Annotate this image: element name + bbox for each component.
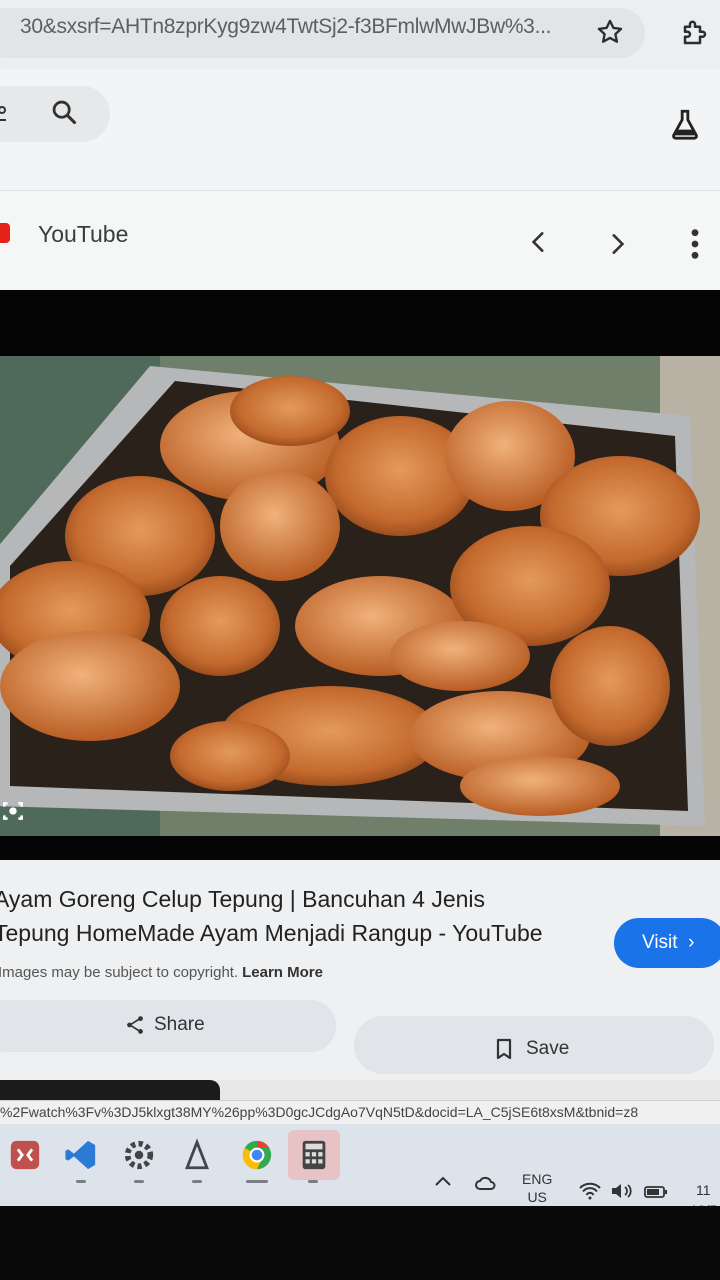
address-bar-row: 30&sxsrf=AHTn8zprKyg9zw4TwtSj2-f3BFmlwMw… <box>0 0 720 70</box>
language-code: ENG <box>522 1171 553 1187</box>
calculator-icon[interactable] <box>297 1138 331 1172</box>
learn-more-link[interactable]: Learn More <box>242 964 323 981</box>
clock-time: 11 <box>696 1182 711 1198</box>
copyright-text: Images may be subject to copyright. <box>0 964 239 981</box>
region-code: US <box>527 1189 547 1205</box>
volume-icon[interactable] <box>610 1182 634 1200</box>
settings-icon[interactable] <box>122 1138 156 1172</box>
extension-icon[interactable] <box>680 18 710 48</box>
address-text[interactable]: 30&sxsrf=AHTn8zprKyg9zw4TwtSj2-f3BFmlwMw… <box>20 15 575 39</box>
running-indicator <box>246 1180 268 1183</box>
source-header: YouTube <box>0 190 720 290</box>
youtube-logo-icon <box>0 223 10 243</box>
search-row <box>0 70 720 190</box>
result-title-line2: Tepung HomeMade Ayam Menjadi Rangup - Yo… <box>0 920 543 946</box>
chrome-icon[interactable] <box>240 1138 274 1172</box>
save-label: Save <box>526 1038 570 1059</box>
bookmark-icon <box>496 1038 512 1060</box>
result-title-line1: Ayam Goreng Celup Tepung | Bancuhan 4 Je… <box>0 886 486 912</box>
lens-icon[interactable] <box>0 104 12 126</box>
vscode-icon[interactable] <box>64 1138 98 1172</box>
status-url: %2Fwatch%3Fv%3DJ5klxgt38MY%26pp%3D0gcJCd… <box>0 1100 720 1124</box>
chevron-up-icon[interactable] <box>434 1174 452 1188</box>
share-label: Share <box>154 1014 205 1035</box>
more-options-icon[interactable] <box>688 227 702 261</box>
screen: 30&sxsrf=AHTn8zprKyg9zw4TwtSj2-f3BFmlwMw… <box>0 0 720 1280</box>
copyright-notice: Images may be subject to copyright. Learn… <box>0 964 323 981</box>
language-indicator[interactable]: ENG US <box>522 1170 552 1206</box>
running-indicator <box>192 1180 202 1183</box>
result-panel: Ayam Goreng Celup Tepung | Bancuhan 4 Je… <box>0 860 720 1100</box>
running-indicator <box>76 1180 86 1183</box>
assistant-icon[interactable] <box>180 1138 214 1172</box>
search-icon[interactable] <box>50 98 78 126</box>
running-indicator <box>308 1180 318 1183</box>
wifi-icon[interactable] <box>578 1182 602 1200</box>
visit-label: Visit <box>642 932 678 953</box>
app-icon[interactable] <box>8 1138 42 1172</box>
fried-chicken-photo[interactable] <box>0 356 720 836</box>
cloud-icon[interactable] <box>474 1174 498 1192</box>
running-indicator <box>134 1180 144 1183</box>
flask-icon[interactable] <box>668 106 702 142</box>
next-icon[interactable] <box>604 229 630 259</box>
taskbar: ENG US 11 10/5 <box>0 1124 720 1218</box>
previous-icon[interactable] <box>526 227 552 257</box>
image-preview <box>0 290 720 860</box>
monitor-bezel <box>0 1206 720 1280</box>
source-name: YouTube <box>38 221 129 247</box>
result-title[interactable]: Ayam Goreng Celup Tepung | Bancuhan 4 Je… <box>0 882 594 950</box>
share-icon <box>127 1016 143 1034</box>
battery-icon[interactable] <box>644 1184 668 1200</box>
chevron-right-icon: › <box>682 932 695 953</box>
visual-search-icon[interactable] <box>0 798 26 824</box>
star-icon[interactable] <box>596 18 624 46</box>
visit-button[interactable]: Visit › <box>614 918 720 968</box>
